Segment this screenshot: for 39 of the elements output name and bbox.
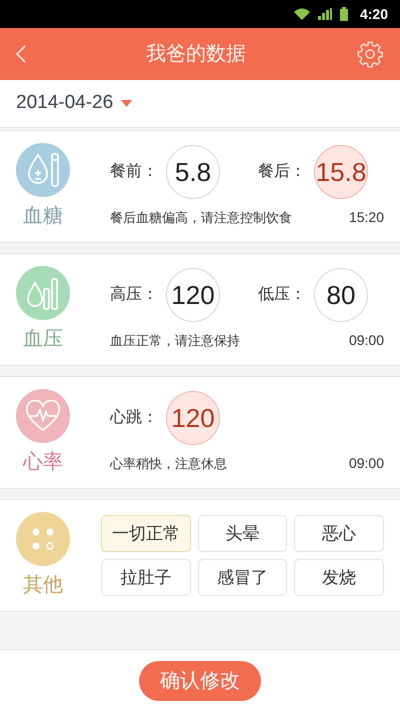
symptom-option[interactable]: 头晕 xyxy=(198,515,288,552)
category-label: 血糖 xyxy=(23,204,63,228)
symptom-option[interactable]: 一切正常 xyxy=(101,515,191,552)
record-time: 09:00 xyxy=(348,331,384,350)
reading-value: 80 xyxy=(314,268,368,322)
battery-icon xyxy=(340,7,348,21)
category-label: 其他 xyxy=(23,572,63,598)
back-icon xyxy=(16,45,26,63)
blood-drop-tube-icon xyxy=(26,152,60,188)
settings-button[interactable] xyxy=(356,40,384,68)
heart-pulse-icon xyxy=(25,400,61,432)
dots-icon xyxy=(31,526,55,550)
category-label: 心率 xyxy=(23,450,63,474)
reading-label: 高压： xyxy=(110,284,158,305)
reading-label: 低压： xyxy=(258,285,306,305)
symptom-option[interactable]: 拉肚子 xyxy=(101,559,191,596)
record-time: 09:00 xyxy=(348,454,384,473)
dropdown-caret-icon xyxy=(121,100,132,107)
reading-value: 15.8 xyxy=(314,145,368,199)
symptom-option[interactable]: 感冒了 xyxy=(198,559,288,596)
status-note: 餐后血糖偏高，请注意控制饮食 xyxy=(110,208,292,227)
status-note: 心率稍快，注意休息 xyxy=(110,454,227,473)
wifi-icon xyxy=(294,8,310,20)
symptom-option[interactable]: 恶心 xyxy=(294,515,384,552)
reading-label: 心跳： xyxy=(110,408,158,428)
category-label: 血压 xyxy=(23,326,63,352)
reading-label: 餐前： xyxy=(110,162,158,182)
symptom-option[interactable]: 发烧 xyxy=(294,559,384,596)
reading-value: 5.8 xyxy=(166,145,220,199)
reading-value: 120 xyxy=(166,391,220,445)
settings-icon xyxy=(356,40,384,68)
status-time: 4:20 xyxy=(360,4,388,24)
record-time: 15:20 xyxy=(348,208,384,227)
signal-icon xyxy=(318,8,332,20)
reading-value: 120 xyxy=(166,268,220,322)
page-title: 我爸的数据 xyxy=(146,42,246,67)
reading-label: 餐后： xyxy=(258,162,306,182)
date-picker[interactable]: 2014-04-26 xyxy=(0,80,400,128)
status-note: 血压正常，请注意保持 xyxy=(110,332,240,350)
